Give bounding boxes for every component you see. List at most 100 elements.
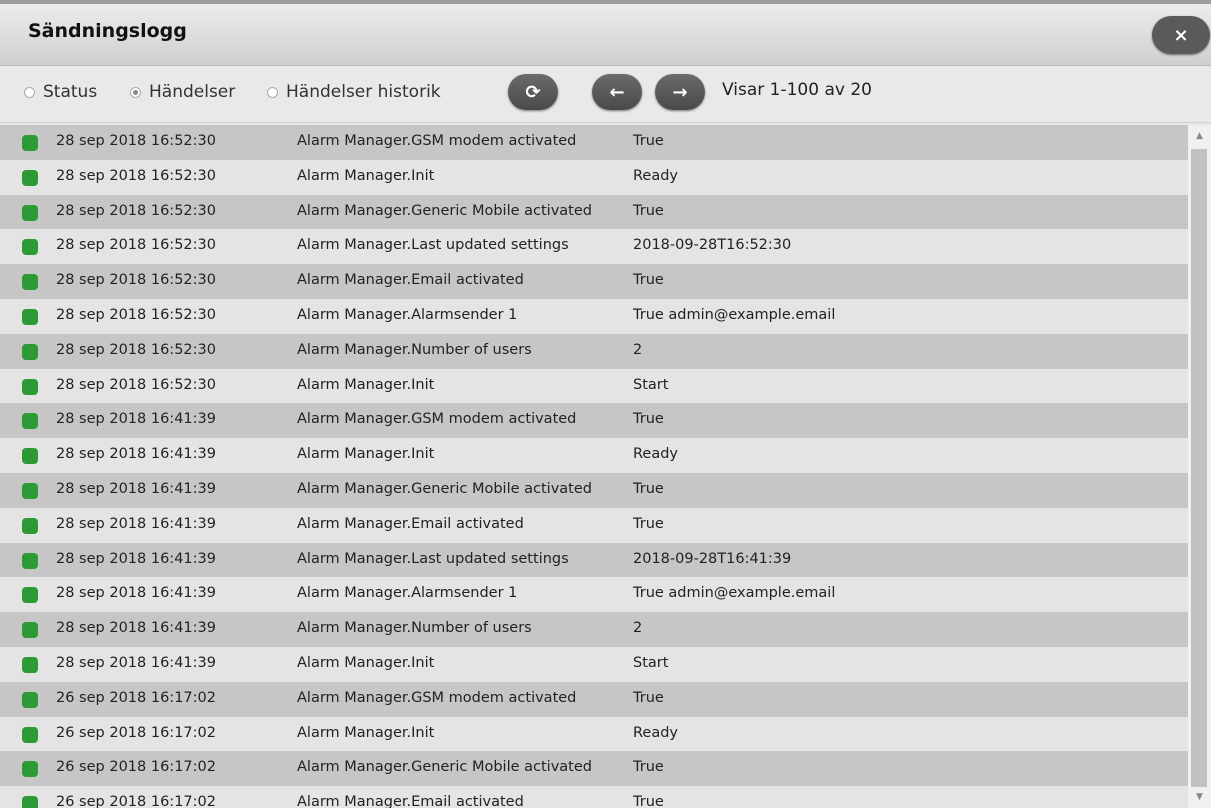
toolbar: Status Händelser Händelser historik ⟳ ← … xyxy=(0,66,1211,123)
row-value: Start xyxy=(633,654,669,671)
vertical-scrollbar[interactable]: ▲ ▼ xyxy=(1188,125,1211,808)
table-row[interactable]: 26 sep 2018 16:17:02 Alarm Manager.GSM mo… xyxy=(0,681,1188,717)
row-value: True xyxy=(633,689,664,706)
status-indicator-icon xyxy=(22,274,38,291)
status-indicator-icon xyxy=(22,448,38,465)
status-indicator-icon xyxy=(22,517,38,534)
row-timestamp: 28 sep 2018 16:52:30 xyxy=(56,167,216,184)
table-row[interactable]: 28 sep 2018 16:41:39 Alarm Manager.Alarms… xyxy=(0,577,1188,613)
status-indicator-icon xyxy=(22,691,38,708)
row-event: Alarm Manager.Init xyxy=(297,724,435,741)
scrollbar-thumb[interactable] xyxy=(1191,149,1207,787)
row-value: True admin@example.email xyxy=(633,585,836,602)
row-timestamp: 28 sep 2018 16:52:30 xyxy=(56,202,216,219)
dialog-title: Sändningslogg xyxy=(28,20,187,42)
row-value: True xyxy=(633,272,664,289)
table-row[interactable]: 28 sep 2018 16:41:39 Alarm Manager.Init St… xyxy=(0,646,1188,682)
arrow-right-icon: → xyxy=(672,81,688,103)
row-event: Alarm Manager.Last updated settings xyxy=(297,550,569,567)
status-indicator-icon xyxy=(22,343,38,360)
status-indicator-icon xyxy=(22,308,38,325)
table-row[interactable]: 26 sep 2018 16:17:02 Alarm Manager.Email … xyxy=(0,786,1188,808)
row-timestamp: 28 sep 2018 16:41:39 xyxy=(56,446,216,463)
row-value: True xyxy=(633,759,664,776)
row-value: True xyxy=(633,515,664,532)
status-indicator-icon xyxy=(22,552,38,569)
table-row[interactable]: 28 sep 2018 16:41:39 Alarm Manager.GSM mo… xyxy=(0,403,1188,439)
status-indicator-icon xyxy=(22,726,38,743)
status-indicator-icon xyxy=(22,622,38,639)
row-timestamp: 28 sep 2018 16:41:39 xyxy=(56,515,216,532)
row-timestamp: 26 sep 2018 16:17:02 xyxy=(56,724,216,741)
row-event: Alarm Manager.Init xyxy=(297,654,435,671)
close-button[interactable]: × xyxy=(1152,16,1210,54)
status-indicator-icon xyxy=(22,378,38,395)
radio-handelser-dot[interactable] xyxy=(130,86,141,98)
row-timestamp: 28 sep 2018 16:41:39 xyxy=(56,480,216,497)
row-timestamp: 26 sep 2018 16:17:02 xyxy=(56,794,216,808)
table-row[interactable]: 28 sep 2018 16:52:30 Alarm Manager.Number… xyxy=(0,333,1188,369)
status-indicator-icon xyxy=(22,204,38,221)
table-row[interactable]: 28 sep 2018 16:52:30 Alarm Manager.Alarms… xyxy=(0,298,1188,334)
row-value: True xyxy=(633,794,664,808)
table-row[interactable]: 26 sep 2018 16:17:02 Alarm Manager.Init Re… xyxy=(0,716,1188,752)
row-event: Alarm Manager.Email activated xyxy=(297,794,524,808)
row-timestamp: 28 sep 2018 16:52:30 xyxy=(56,341,216,358)
row-timestamp: 28 sep 2018 16:41:39 xyxy=(56,620,216,637)
previous-page-button[interactable]: ← xyxy=(592,74,642,110)
row-timestamp: 28 sep 2018 16:52:30 xyxy=(56,272,216,289)
refresh-icon: ⟳ xyxy=(525,81,541,103)
status-indicator-icon xyxy=(22,135,38,151)
row-timestamp: 28 sep 2018 16:52:30 xyxy=(56,237,216,254)
table-row[interactable]: 28 sep 2018 16:41:39 Alarm Manager.Last u… xyxy=(0,542,1188,578)
radio-handelser-historik[interactable]: Händelser historik xyxy=(267,80,441,104)
row-value: True xyxy=(633,411,664,428)
row-value: 2 xyxy=(633,341,643,358)
row-event: Alarm Manager.Generic Mobile activated xyxy=(297,480,592,497)
status-indicator-icon xyxy=(22,239,38,256)
log-dialog: Sändningslogg × Status Händelser Händels… xyxy=(0,0,1211,808)
arrow-left-icon: ← xyxy=(609,81,625,103)
table-row[interactable]: 28 sep 2018 16:52:30 Alarm Manager.Init St… xyxy=(0,368,1188,404)
next-page-button[interactable]: → xyxy=(655,74,705,110)
row-timestamp: 28 sep 2018 16:41:39 xyxy=(56,411,216,428)
status-indicator-icon xyxy=(22,761,38,778)
row-timestamp: 26 sep 2018 16:17:02 xyxy=(56,689,216,706)
radio-status[interactable]: Status xyxy=(24,80,97,104)
row-event: Alarm Manager.Last updated settings xyxy=(297,237,569,254)
row-event: Alarm Manager.GSM modem activated xyxy=(297,411,577,428)
table-row[interactable]: 28 sep 2018 16:41:39 Alarm Manager.Generi… xyxy=(0,472,1188,508)
row-timestamp: 28 sep 2018 16:41:39 xyxy=(56,585,216,602)
radio-status-dot[interactable] xyxy=(24,86,35,98)
table-row[interactable]: 28 sep 2018 16:52:30 Alarm Manager.Init Re… xyxy=(0,159,1188,195)
event-list[interactable]: 28 sep 2018 16:52:30 Alarm Manager.GSM mo… xyxy=(0,125,1188,808)
scroll-down-icon[interactable]: ▼ xyxy=(1188,788,1211,806)
table-row[interactable]: 28 sep 2018 16:52:30 Alarm Manager.Last u… xyxy=(0,229,1188,265)
table-row[interactable]: 28 sep 2018 16:41:39 Alarm Manager.Email … xyxy=(0,507,1188,543)
row-value: Ready xyxy=(633,724,679,741)
row-event: Alarm Manager.Number of users xyxy=(297,341,532,358)
scroll-up-icon[interactable]: ▲ xyxy=(1188,127,1211,145)
row-value: 2018-09-28T16:52:30 xyxy=(633,237,792,254)
pager-text: Visar 1-100 av 20 xyxy=(722,80,872,100)
row-value: True xyxy=(633,202,664,219)
row-event: Alarm Manager.Number of users xyxy=(297,620,532,637)
row-event: Alarm Manager.Generic Mobile activated xyxy=(297,759,592,776)
row-event: Alarm Manager.Init xyxy=(297,167,435,184)
table-row[interactable]: 28 sep 2018 16:52:30 Alarm Manager.GSM mo… xyxy=(0,125,1188,160)
table-row[interactable]: 28 sep 2018 16:52:30 Alarm Manager.Generi… xyxy=(0,194,1188,230)
radio-handelser[interactable]: Händelser xyxy=(130,80,235,104)
row-value: Start xyxy=(633,376,669,393)
radio-handelser-historik-label: Händelser historik xyxy=(286,82,441,102)
table-row[interactable]: 28 sep 2018 16:41:39 Alarm Manager.Init Re… xyxy=(0,438,1188,473)
refresh-button[interactable]: ⟳ xyxy=(508,74,558,110)
table-row[interactable]: 28 sep 2018 16:41:39 Alarm Manager.Number… xyxy=(0,612,1188,647)
row-event: Alarm Manager.Init xyxy=(297,446,435,463)
row-value: 2 xyxy=(633,620,643,637)
table-row[interactable]: 26 sep 2018 16:17:02 Alarm Manager.Generi… xyxy=(0,751,1188,787)
row-value: True xyxy=(633,133,664,149)
table-row[interactable]: 28 sep 2018 16:52:30 Alarm Manager.Email … xyxy=(0,264,1188,299)
radio-handelser-historik-dot[interactable] xyxy=(267,86,278,98)
row-event: Alarm Manager.GSM modem activated xyxy=(297,689,577,706)
row-event: Alarm Manager.Generic Mobile activated xyxy=(297,202,592,219)
